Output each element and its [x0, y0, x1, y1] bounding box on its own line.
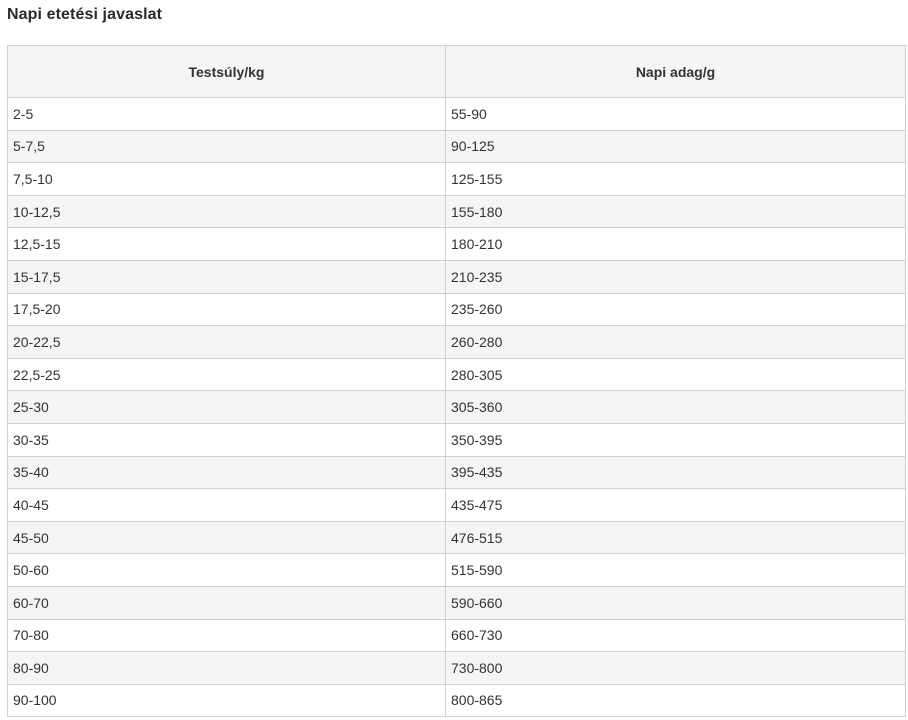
cell-body-weight: 22,5-25	[7, 357, 446, 392]
cell-body-weight: 90-100	[7, 683, 446, 718]
cell-daily-portion: 180-210	[445, 227, 906, 261]
cell-body-weight: 15-17,5	[7, 259, 446, 294]
table-row: 30-35 350-395	[7, 422, 906, 457]
table-row: 2-5 55-90	[7, 97, 906, 131]
cell-body-weight: 45-50	[7, 520, 446, 555]
cell-body-weight: 60-70	[7, 585, 446, 620]
table-row: 12,5-15 180-210	[7, 227, 906, 261]
cell-daily-portion: 305-360	[445, 390, 906, 424]
table-row: 50-60 515-590	[7, 553, 906, 587]
cell-daily-portion: 55-90	[445, 97, 906, 131]
table-row: 15-17,5 210-235	[7, 259, 906, 294]
table-row: 10-12,5 155-180	[7, 194, 906, 229]
table-row: 17,5-20 235-260	[7, 292, 906, 327]
cell-daily-portion: 260-280	[445, 325, 906, 359]
cell-daily-portion: 435-475	[445, 488, 906, 522]
cell-daily-portion: 515-590	[445, 553, 906, 587]
table-header-row: Testsúly/kg Napi adag/g	[7, 45, 906, 98]
table-body: 2-5 55-90 5-7,5 90-125 7,5-10 125-155 10-12,5 1…	[7, 97, 906, 718]
cell-daily-portion: 730-800	[445, 651, 906, 685]
cell-daily-portion: 90-125	[445, 129, 906, 164]
table-row: 60-70 590-660	[7, 585, 906, 620]
table-row: 45-50 476-515	[7, 520, 906, 555]
feeding-table: Testsúly/kg Napi adag/g 2-5 55-90 5-7,5 90-…	[7, 45, 906, 718]
cell-body-weight: 70-80	[7, 618, 446, 653]
cell-body-weight: 35-40	[7, 455, 446, 490]
table-row: 90-100 800-865	[7, 683, 906, 718]
cell-body-weight: 10-12,5	[7, 194, 446, 229]
cell-body-weight: 50-60	[7, 553, 446, 587]
table-row: 35-40 395-435	[7, 455, 906, 490]
cell-body-weight: 80-90	[7, 651, 446, 685]
cell-body-weight: 30-35	[7, 422, 446, 457]
header-body-weight: Testsúly/kg	[7, 45, 446, 98]
cell-daily-portion: 476-515	[445, 520, 906, 555]
cell-daily-portion: 125-155	[445, 162, 906, 196]
table-row: 7,5-10 125-155	[7, 162, 906, 196]
table-row: 25-30 305-360	[7, 390, 906, 424]
cell-daily-portion: 395-435	[445, 455, 906, 490]
table-row: 20-22,5 260-280	[7, 325, 906, 359]
cell-daily-portion: 235-260	[445, 292, 906, 327]
table-row: 22,5-25 280-305	[7, 357, 906, 392]
cell-daily-portion: 280-305	[445, 357, 906, 392]
cell-body-weight: 25-30	[7, 390, 446, 424]
cell-daily-portion: 210-235	[445, 259, 906, 294]
table-row: 5-7,5 90-125	[7, 129, 906, 164]
page-title: Napi etetési javaslat	[7, 6, 163, 23]
cell-daily-portion: 590-660	[445, 585, 906, 620]
cell-body-weight: 7,5-10	[7, 162, 446, 196]
cell-body-weight: 40-45	[7, 488, 446, 522]
cell-daily-portion: 155-180	[445, 194, 906, 229]
cell-daily-portion: 660-730	[445, 618, 906, 653]
table-row: 70-80 660-730	[7, 618, 906, 653]
table-row: 40-45 435-475	[7, 488, 906, 522]
cell-body-weight: 2-5	[7, 97, 446, 131]
cell-body-weight: 17,5-20	[7, 292, 446, 327]
cell-body-weight: 20-22,5	[7, 325, 446, 359]
cell-daily-portion: 350-395	[445, 422, 906, 457]
cell-body-weight: 5-7,5	[7, 129, 446, 164]
cell-daily-portion: 800-865	[445, 683, 906, 718]
header-daily-portion: Napi adag/g	[445, 45, 906, 98]
cell-body-weight: 12,5-15	[7, 227, 446, 261]
table-row: 80-90 730-800	[7, 651, 906, 685]
